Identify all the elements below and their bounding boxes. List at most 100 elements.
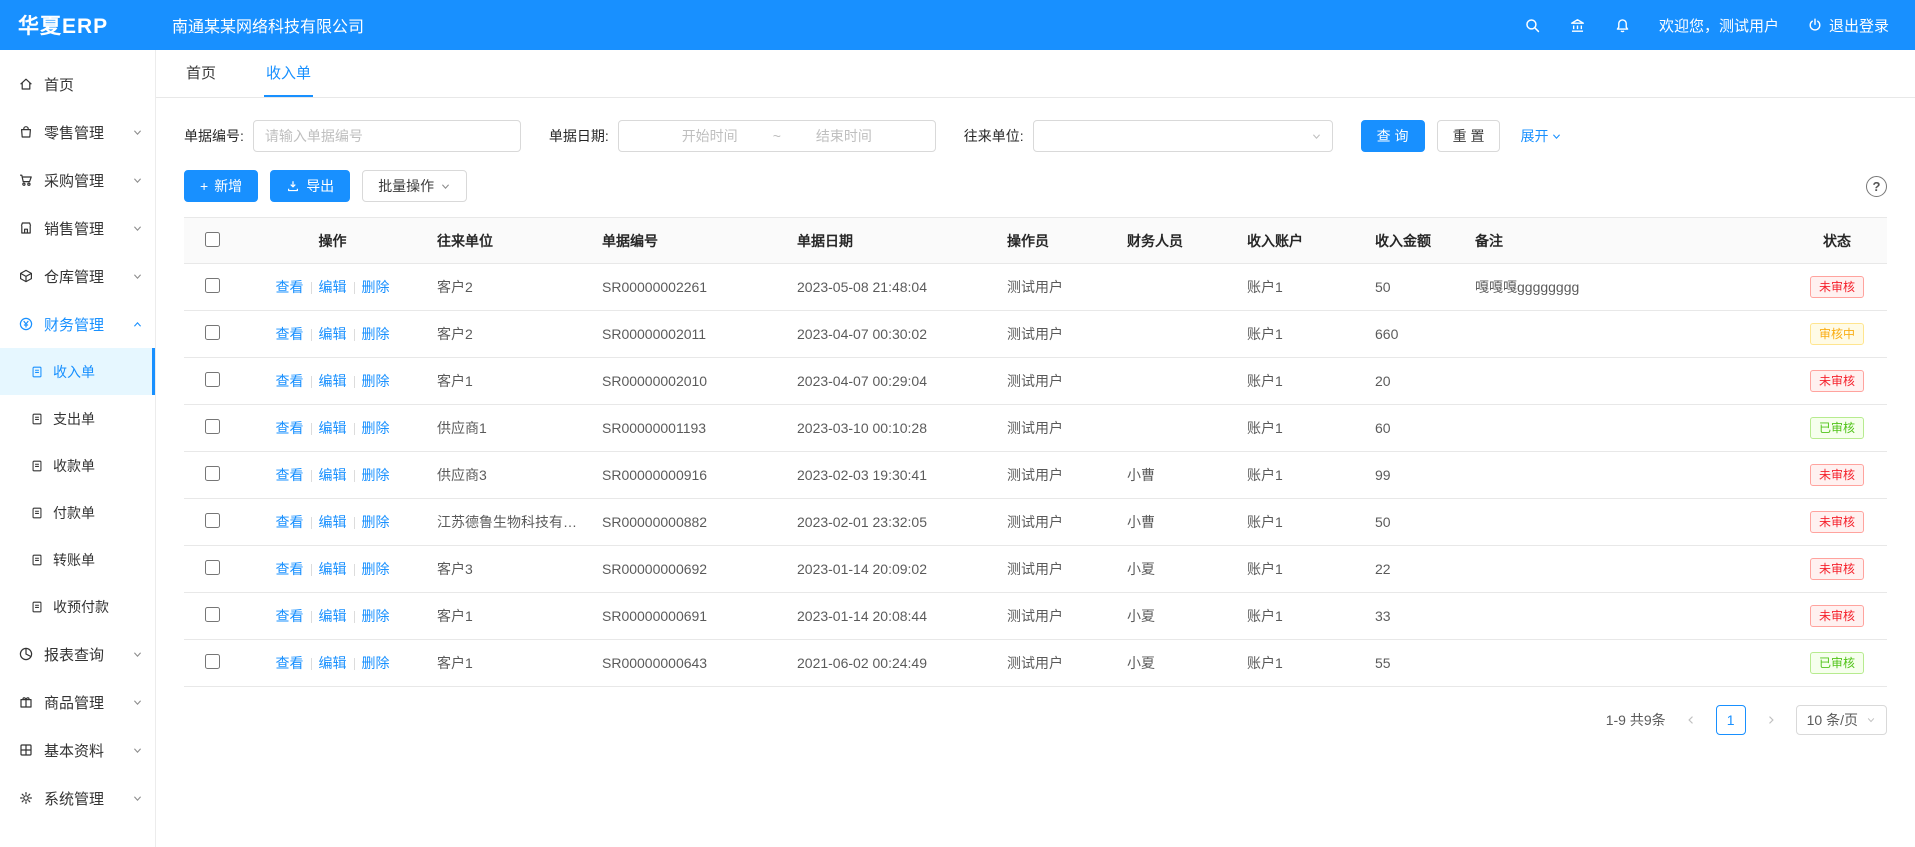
status-badge: 未审核 xyxy=(1810,464,1864,487)
edit-link[interactable]: 编辑 xyxy=(319,561,347,577)
page-size-select[interactable]: 10 条/页 xyxy=(1796,705,1887,735)
delete-link[interactable]: 删除 xyxy=(362,655,390,671)
sidebar-item-home[interactable]: 首页 xyxy=(0,60,155,108)
search-button[interactable]: 查 询 xyxy=(1361,120,1425,152)
sidebar-item-goods[interactable]: 商品管理 xyxy=(0,678,155,726)
cell-amount: 22 xyxy=(1363,546,1463,593)
view-link[interactable]: 查看 xyxy=(276,467,304,483)
row-select-cell xyxy=(184,358,240,405)
edit-link[interactable]: 编辑 xyxy=(319,467,347,483)
help-icon[interactable]: ? xyxy=(1866,176,1887,197)
sidebar-item-finance[interactable]: 财务管理 xyxy=(0,300,155,348)
delete-link[interactable]: 删除 xyxy=(362,279,390,295)
view-link[interactable]: 查看 xyxy=(276,326,304,342)
batch-label: 批量操作 xyxy=(378,176,434,196)
date-range-picker[interactable]: ~ xyxy=(618,120,936,152)
sidebar-item-retail[interactable]: 零售管理 xyxy=(0,108,155,156)
row-checkbox[interactable] xyxy=(205,654,220,669)
sidebar-item-advance-payment[interactable]: 收预付款 xyxy=(0,583,155,630)
bank-icon[interactable] xyxy=(1569,17,1586,34)
view-link[interactable]: 查看 xyxy=(276,279,304,295)
chevron-up-icon xyxy=(132,319,143,330)
delete-link[interactable]: 删除 xyxy=(362,326,390,342)
cell-operator: 测试用户 xyxy=(995,640,1115,687)
edit-link[interactable]: 编辑 xyxy=(319,326,347,342)
table-row: 查看编辑删除 客户1 SR00000002010 2023-04-07 00:2… xyxy=(184,358,1887,405)
row-select-cell xyxy=(184,499,240,546)
delete-link[interactable]: 删除 xyxy=(362,420,390,436)
edit-link[interactable]: 编辑 xyxy=(319,655,347,671)
row-checkbox[interactable] xyxy=(205,278,220,293)
page-number-button[interactable]: 1 xyxy=(1716,705,1746,735)
topbar-right: 欢迎您，测试用户 退出登录 xyxy=(1524,15,1915,36)
delete-link[interactable]: 删除 xyxy=(362,514,390,530)
add-button[interactable]: + 新增 xyxy=(184,170,258,202)
delete-link[interactable]: 删除 xyxy=(362,561,390,577)
sidebar-item-warehouse[interactable]: 仓库管理 xyxy=(0,252,155,300)
edit-link[interactable]: 编辑 xyxy=(319,608,347,624)
cell-partner: 江苏德鲁生物科技有限... xyxy=(425,499,590,546)
delete-link[interactable]: 删除 xyxy=(362,373,390,389)
edit-link[interactable]: 编辑 xyxy=(319,420,347,436)
view-link[interactable]: 查看 xyxy=(276,420,304,436)
row-checkbox[interactable] xyxy=(205,466,220,481)
edit-link[interactable]: 编辑 xyxy=(319,373,347,389)
table-row: 查看编辑删除 客户1 SR00000000691 2023-01-14 20:0… xyxy=(184,593,1887,640)
select-all-checkbox[interactable] xyxy=(205,232,220,247)
sidebar-item-sales[interactable]: 销售管理 xyxy=(0,204,155,252)
sidebar-item-system[interactable]: 系统管理 xyxy=(0,774,155,822)
view-link[interactable]: 查看 xyxy=(276,655,304,671)
batch-actions-button[interactable]: 批量操作 xyxy=(362,170,467,202)
expand-link[interactable]: 展开 xyxy=(1520,126,1562,146)
sidebar-item-transfer-bill[interactable]: 转账单 xyxy=(0,536,155,583)
sidebar-item-expense-bill[interactable]: 支出单 xyxy=(0,395,155,442)
export-button[interactable]: 导出 xyxy=(270,170,350,202)
expand-label: 展开 xyxy=(1520,126,1548,146)
filter-row: 单据编号: 单据日期: ~ 往来单位: 查 xyxy=(184,120,1887,152)
delete-link[interactable]: 删除 xyxy=(362,467,390,483)
sidebar-item-income-bill[interactable]: 收入单 xyxy=(0,348,155,395)
tab-home[interactable]: 首页 xyxy=(184,50,218,97)
row-select-cell xyxy=(184,452,240,499)
reset-button[interactable]: 重 置 xyxy=(1437,120,1501,152)
sidebar-item-receipt-bill[interactable]: 收款单 xyxy=(0,442,155,489)
row-checkbox[interactable] xyxy=(205,419,220,434)
row-checkbox[interactable] xyxy=(205,325,220,340)
view-link[interactable]: 查看 xyxy=(276,373,304,389)
partner-select[interactable] xyxy=(1033,120,1333,152)
view-link[interactable]: 查看 xyxy=(276,561,304,577)
sidebar-item-basic-data[interactable]: 基本资料 xyxy=(0,726,155,774)
cell-bill-date: 2023-01-14 20:08:44 xyxy=(785,593,995,640)
edit-link[interactable]: 编辑 xyxy=(319,279,347,295)
row-checkbox[interactable] xyxy=(205,513,220,528)
date-start-input[interactable] xyxy=(651,127,769,145)
row-checkbox[interactable] xyxy=(205,560,220,575)
row-checkbox[interactable] xyxy=(205,372,220,387)
bell-icon[interactable] xyxy=(1614,17,1631,34)
view-link[interactable]: 查看 xyxy=(276,514,304,530)
sidebar-item-payment-bill[interactable]: 付款单 xyxy=(0,489,155,536)
bill-no-input[interactable] xyxy=(253,120,521,152)
divider xyxy=(311,423,312,435)
row-checkbox[interactable] xyxy=(205,607,220,622)
sidebar-item-purchase[interactable]: 采购管理 xyxy=(0,156,155,204)
view-link[interactable]: 查看 xyxy=(276,608,304,624)
edit-link[interactable]: 编辑 xyxy=(319,514,347,530)
chevron-left-icon[interactable] xyxy=(1676,705,1706,735)
sidebar-item-report[interactable]: 报表查询 xyxy=(0,630,155,678)
delete-link[interactable]: 删除 xyxy=(362,608,390,624)
col-actions: 操作 xyxy=(240,218,425,264)
tab-income-bill[interactable]: 收入单 xyxy=(264,50,313,97)
page-size-label: 10 条/页 xyxy=(1807,710,1858,730)
cell-status: 已审核 xyxy=(1787,405,1887,452)
date-end-input[interactable] xyxy=(785,127,903,145)
table-row: 查看编辑删除 客户3 SR00000000692 2023-01-14 20:0… xyxy=(184,546,1887,593)
menu-label: 报表查询 xyxy=(44,644,104,665)
search-icon[interactable] xyxy=(1524,17,1541,34)
menu-label: 系统管理 xyxy=(44,788,104,809)
chevron-right-icon[interactable] xyxy=(1756,705,1786,735)
cell-amount: 33 xyxy=(1363,593,1463,640)
logout-button[interactable]: 退出登录 xyxy=(1807,15,1889,36)
app-logo[interactable]: 华夏ERP xyxy=(0,10,156,40)
cell-partner: 客户2 xyxy=(425,264,590,311)
